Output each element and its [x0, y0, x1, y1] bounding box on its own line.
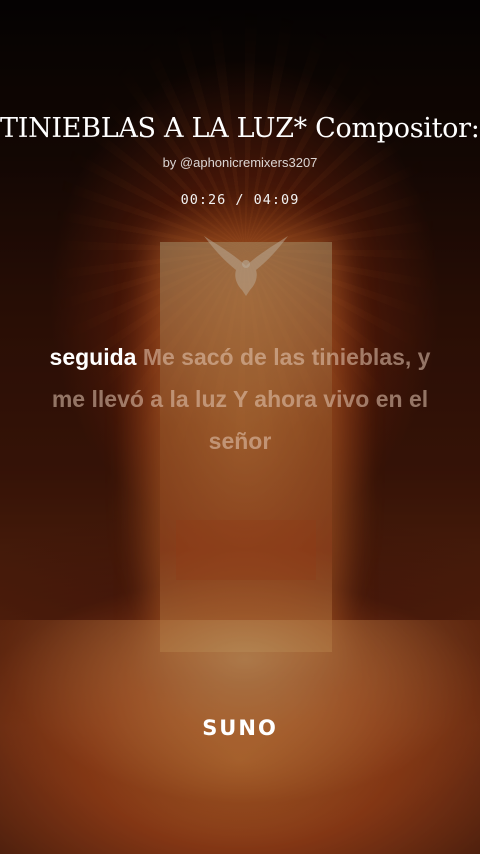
artist-byline[interactable]: by @aphonicremixers3207: [0, 155, 480, 170]
suno-logo: SUNO: [202, 716, 278, 740]
song-title: TINIEBLAS A LA LUZ* Compositor: José: [0, 113, 480, 144]
lyric-active-word: seguida: [49, 344, 137, 370]
player-stage: TINIEBLAS A LA LUZ* Compositor: José by …: [0, 0, 480, 854]
playback-time: 00:26 / 04:09: [180, 192, 300, 208]
lyrics-block: seguida Me sacó de las tinieblas, y me l…: [40, 336, 440, 462]
